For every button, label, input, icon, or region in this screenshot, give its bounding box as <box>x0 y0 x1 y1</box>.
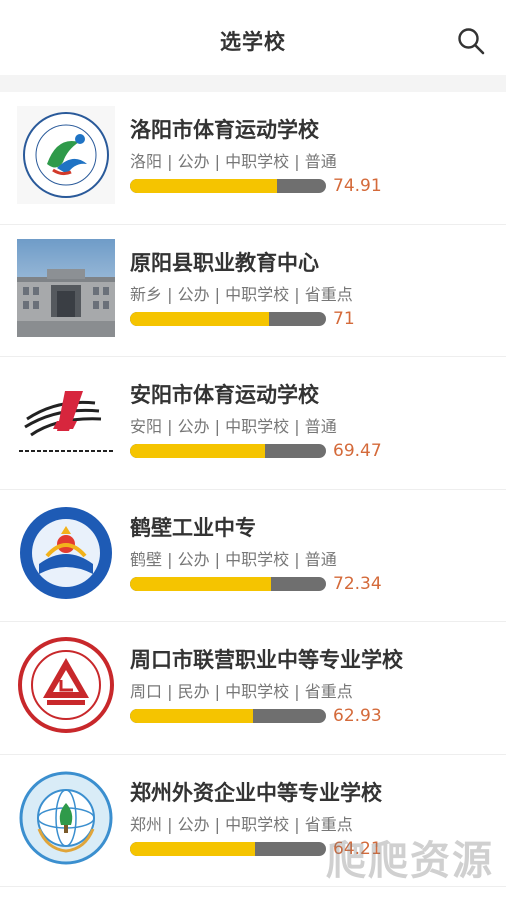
school-name: 郑州外资企业中等专业学校 <box>130 780 382 805</box>
school-meta: 郑州 | 公办 | 中职学校 | 省重点 <box>130 814 353 834</box>
school-name: 洛阳市体育运动学校 <box>130 118 319 142</box>
school-list-item[interactable]: 洛阳市体育运动学校 洛阳 | 公办 | 中职学校 | 普通 74.91 <box>0 92 506 225</box>
score-bar-fill <box>130 311 270 326</box>
score-bar-fill <box>130 444 266 458</box>
school-name: 鹤壁工业中专 <box>130 515 256 540</box>
campus-building-photo <box>17 238 115 337</box>
school-list: 洛阳市体育运动学校 洛阳 | 公办 | 中职学校 | 普通 74.91 原阳县职… <box>0 92 506 887</box>
score-bar-fill <box>130 841 256 856</box>
school-list-item[interactable]: 原阳县职业教育中心 新乡 | 公办 | 中职学校 | 省重点 71 <box>0 225 506 357</box>
watermark-text: 爬爬资源 <box>326 838 494 884</box>
running-track-logo-icon <box>17 371 115 469</box>
school-meta: 鹤壁 | 公办 | 中职学校 | 普通 <box>130 549 337 569</box>
school-meta: 新乡 | 公办 | 中职学校 | 省重点 <box>130 284 353 304</box>
score-bar-fill <box>130 179 277 193</box>
score-bar-fill <box>130 709 254 723</box>
score-bar <box>130 841 326 856</box>
score-bar <box>130 709 326 723</box>
school-meta: 洛阳 | 公办 | 中职学校 | 普通 <box>130 152 337 171</box>
industrial-school-badge-icon <box>17 503 115 602</box>
school-list-item[interactable]: 周口市联营职业中等专业学校 周口 | 民办 | 中职学校 | 省重点 62.93 <box>0 622 506 755</box>
vocational-school-seal-icon <box>17 636 115 734</box>
page-title: 选学校 <box>220 30 286 54</box>
sports-school-logo-icon <box>17 106 115 204</box>
school-score: 71 <box>333 308 355 329</box>
score-bar <box>130 444 326 458</box>
score-bar <box>130 576 326 591</box>
search-icon[interactable] <box>456 26 486 56</box>
school-meta: 安阳 | 公办 | 中职学校 | 普通 <box>130 417 337 436</box>
school-name: 周口市联营职业中等专业学校 <box>130 648 403 672</box>
school-score: 74.91 <box>333 176 382 196</box>
school-name: 原阳县职业教育中心 <box>130 250 319 275</box>
school-score: 69.47 <box>333 441 382 461</box>
top-bar: 选学校 <box>0 0 506 78</box>
score-bar <box>130 179 326 193</box>
score-bar-fill <box>130 576 272 591</box>
school-score: 62.93 <box>333 706 382 726</box>
header-divider <box>0 75 506 92</box>
school-score: 72.34 <box>333 573 382 594</box>
school-name: 安阳市体育运动学校 <box>130 383 319 407</box>
score-bar <box>130 311 326 326</box>
globe-wreath-badge-icon <box>17 768 115 867</box>
school-meta: 周口 | 民办 | 中职学校 | 省重点 <box>130 682 353 701</box>
school-list-item[interactable]: 安阳市体育运动学校 安阳 | 公办 | 中职学校 | 普通 69.47 <box>0 357 506 490</box>
school-list-item[interactable]: 鹤壁工业中专 鹤壁 | 公办 | 中职学校 | 普通 72.34 <box>0 490 506 622</box>
